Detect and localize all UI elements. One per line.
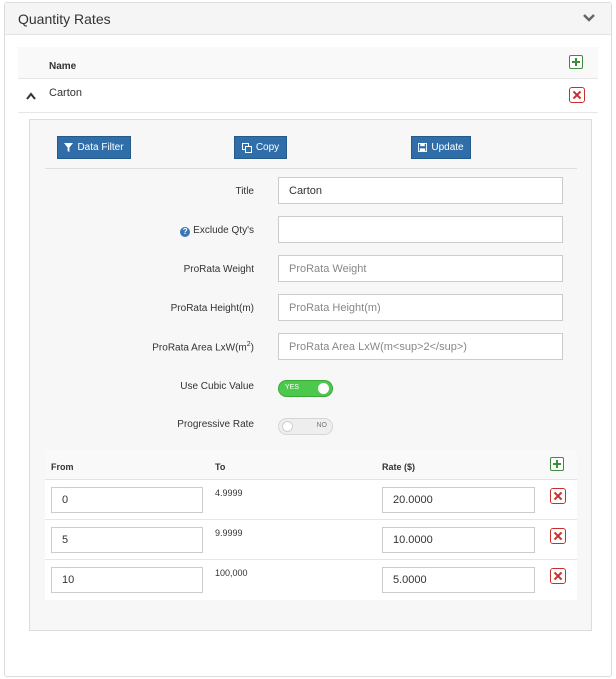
save-icon	[418, 143, 428, 152]
copy-button[interactable]: Copy	[234, 136, 287, 159]
prorata-area-label-suffix: )	[250, 342, 254, 354]
toggle-knob	[282, 421, 293, 432]
title-input[interactable]	[278, 177, 563, 204]
exclude-qtys-input[interactable]	[278, 216, 563, 243]
title-label: Title	[235, 186, 254, 197]
toggle-knob	[318, 383, 329, 394]
panel-header[interactable]: Quantity Rates	[5, 3, 611, 35]
progressive-rate-toggle[interactable]: NO	[278, 418, 333, 435]
chevron-up-icon[interactable]	[26, 89, 36, 100]
list-item[interactable]: Carton	[18, 80, 598, 113]
filter-icon	[64, 143, 74, 152]
copy-icon	[241, 142, 252, 153]
from-input[interactable]	[51, 527, 203, 553]
update-button[interactable]: Update	[411, 136, 471, 159]
add-rate-icon[interactable]	[550, 457, 564, 471]
table-row: 100,000	[45, 560, 577, 600]
to-value: 4.9999	[215, 488, 243, 498]
exclude-qtys-label-text: Exclude Qty's	[193, 225, 254, 236]
use-cubic-value-toggle[interactable]: YES	[278, 380, 333, 397]
detail-editor: Data Filter Copy Update Title ?Exclude Q…	[29, 119, 592, 631]
from-column-header: From	[51, 462, 74, 472]
toggle-state-text: YES	[285, 384, 300, 391]
question-circle-icon[interactable]: ?	[180, 227, 191, 237]
progressive-rate-label: Progressive Rate	[177, 419, 254, 430]
prorata-height-input[interactable]	[278, 294, 563, 321]
list-header: Name	[18, 47, 598, 79]
from-input[interactable]	[51, 567, 203, 593]
prorata-weight-input[interactable]	[278, 255, 563, 282]
to-value: 9.9999	[215, 528, 243, 538]
delete-rate-icon[interactable]	[550, 488, 566, 504]
prorata-area-input[interactable]	[278, 333, 563, 360]
panel-title: Quantity Rates	[18, 11, 111, 27]
update-label: Update	[431, 142, 464, 153]
table-row: 4.9999	[45, 480, 577, 520]
prorata-area-label-prefix: ProRata Area LxW(m	[152, 342, 247, 354]
rate-input[interactable]	[382, 487, 535, 513]
chevron-down-icon[interactable]	[582, 11, 596, 25]
data-filter-button[interactable]: Data Filter	[57, 136, 131, 159]
to-column-header: To	[215, 462, 226, 472]
rate-column-header: Rate ($)	[382, 462, 416, 472]
prorata-height-label: ProRata Height(m)	[170, 303, 254, 314]
exclude-qtys-label: ? Exclude Qty's	[34, 225, 254, 237]
delete-rate-icon[interactable]	[550, 528, 566, 544]
table-row: 9.9999	[45, 520, 577, 560]
rates-table-header: From To Rate ($)	[45, 450, 577, 480]
column-name-header: Name	[49, 61, 77, 72]
add-row-icon[interactable]	[569, 55, 583, 69]
delete-row-icon[interactable]	[569, 87, 585, 103]
delete-rate-icon[interactable]	[550, 568, 566, 584]
rate-input[interactable]	[382, 567, 535, 593]
prorata-area-label: ProRata Area LxW(m2)	[34, 341, 254, 353]
to-value: 100,000	[215, 568, 248, 578]
copy-label: Copy	[255, 142, 280, 153]
list-item-name: Carton	[49, 87, 83, 99]
quantity-rates-panel: Quantity Rates Name Carton Data Filter C…	[4, 2, 612, 677]
prorata-weight-label: ProRata Weight	[183, 264, 254, 275]
toggle-state-text: NO	[316, 422, 328, 429]
use-cubic-value-label: Use Cubic Value	[180, 381, 254, 392]
data-filter-label: Data Filter	[77, 142, 124, 153]
divider	[45, 168, 577, 169]
rates-table: From To Rate ($) 4.9999 9.9999 100,000	[45, 450, 577, 600]
rate-input[interactable]	[382, 527, 535, 553]
from-input[interactable]	[51, 487, 203, 513]
